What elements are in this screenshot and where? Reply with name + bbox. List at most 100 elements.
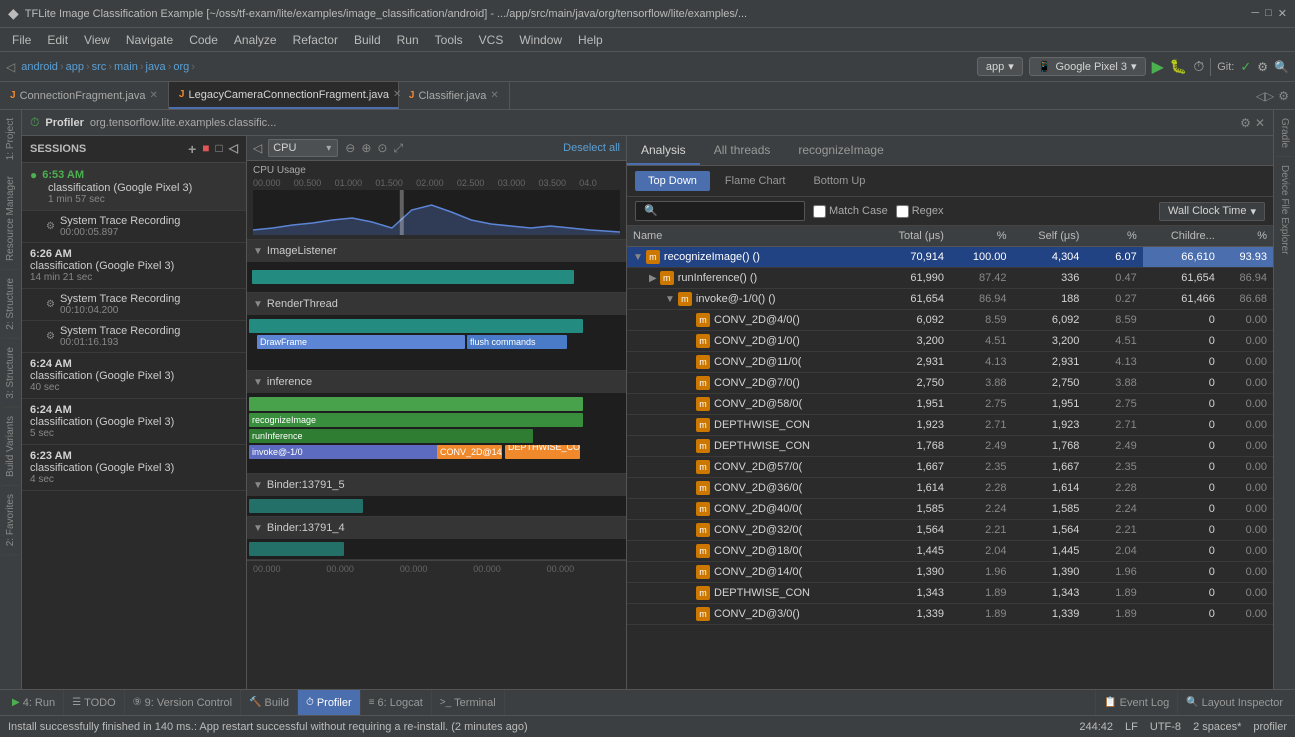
table-row[interactable]: mCONV_2D@14/0(1,3901.961,3901.9600.00 <box>627 562 1273 583</box>
thread-header-renderthread[interactable]: ▼ RenderThread <box>247 293 626 315</box>
flame-flushcommands[interactable]: flush commands <box>467 335 567 349</box>
col-total-header[interactable]: Total (μs) <box>867 226 950 247</box>
col-self-pct-header[interactable]: % <box>1085 226 1142 247</box>
bottom-tab-terminal[interactable]: >_ Terminal <box>432 690 505 716</box>
left-tab-resource[interactable]: Resource Manager <box>2 168 19 270</box>
menu-item-window[interactable]: Window <box>511 31 570 49</box>
app-selector[interactable]: app ▾ <box>977 57 1023 76</box>
breadcrumb-android[interactable]: android <box>21 61 58 73</box>
session-item-1[interactable]: ● 6:53 AM classification (Google Pixel 3… <box>22 163 246 211</box>
match-case-checkbox[interactable] <box>813 205 826 218</box>
tab-close3[interactable]: ✕ <box>490 90 498 101</box>
indent-settings[interactable]: 2 spaces* <box>1193 721 1241 733</box>
end-session-btn[interactable]: □ <box>216 141 223 157</box>
table-row[interactable]: ▶mrunInference() ()61,99087.423360.4761,… <box>627 268 1273 289</box>
deselect-all-btn[interactable]: Deselect all <box>563 142 620 154</box>
table-row[interactable]: mCONV_2D@57/0(1,6672.351,6672.3500.00 <box>627 457 1273 478</box>
expand-arrow[interactable]: ▼ <box>665 294 675 305</box>
line-ending[interactable]: LF <box>1125 721 1138 733</box>
cursor-position[interactable]: 244:42 <box>1079 721 1113 733</box>
session-item-5[interactable]: 6:23 AM classification (Google Pixel 3) … <box>22 445 246 491</box>
thread-expand-binder4[interactable]: ▼ <box>253 523 263 534</box>
menu-item-run[interactable]: Run <box>389 31 427 49</box>
profiler-close-icon[interactable]: ✕ <box>1255 116 1265 130</box>
breadcrumb-org[interactable]: org <box>173 61 189 73</box>
search-toolbar-icon[interactable]: 🔍 <box>1274 60 1289 74</box>
clock-selector[interactable]: Wall Clock Time ▾ <box>1159 202 1265 221</box>
session-item-2[interactable]: 6:26 AM classification (Google Pixel 3) … <box>22 243 246 289</box>
menu-item-refactor[interactable]: Refactor <box>285 31 346 49</box>
flame-depthwise[interactable]: DEPTHWISE_CONV ... <box>505 445 580 459</box>
right-tab-gradle[interactable]: Gradle <box>1276 110 1293 156</box>
flame-conv2d[interactable]: CONV_2D@14/0 <box>437 445 502 459</box>
tab-legacy-camera[interactable]: J LegacyCameraConnectionFragment.java ✕ <box>169 82 399 109</box>
table-row[interactable]: mCONV_2D@36/0(1,6142.281,6142.2800.00 <box>627 478 1273 499</box>
layout-inspector-btn[interactable]: 🔍 Layout Inspector <box>1177 690 1291 716</box>
breadcrumb-java[interactable]: java <box>146 61 166 73</box>
profile-btn[interactable]: ⏱ <box>1193 58 1204 75</box>
run-btn[interactable]: ▶ <box>1152 57 1164 77</box>
menu-item-vcs[interactable]: VCS <box>471 31 512 49</box>
menu-item-navigate[interactable]: Navigate <box>118 31 181 49</box>
tab-nav-right[interactable]: ▷ <box>1265 89 1274 103</box>
menu-item-analyze[interactable]: Analyze <box>226 31 285 49</box>
left-tab-project[interactable]: 1: Project <box>2 110 19 168</box>
regex-checkbox[interactable] <box>896 205 909 218</box>
minimize-btn[interactable]: ─ <box>1251 7 1259 20</box>
thread-header-binder5[interactable]: ▼ Binder:13791_5 <box>247 474 626 496</box>
analysis-tab-allthreads[interactable]: All threads <box>700 136 785 165</box>
analysis-tab-recognizeimage[interactable]: recognizeImage <box>784 136 897 165</box>
left-tab-structure3[interactable]: 3: Structure <box>2 339 19 408</box>
table-row[interactable]: mCONV_2D@11/0(2,9314.132,9314.1300.00 <box>627 352 1273 373</box>
nav-back[interactable]: ◁ <box>6 60 15 74</box>
tab-connection-fragment[interactable]: J ConnectionFragment.java ✕ <box>0 82 169 109</box>
git-check[interactable]: ✓ <box>1240 59 1251 75</box>
fit-btn[interactable]: ⊙ <box>377 141 387 155</box>
profiler-settings-icon[interactable]: ⚙ <box>1240 116 1251 130</box>
session-item-3[interactable]: 6:24 AM classification (Google Pixel 3) … <box>22 353 246 399</box>
breadcrumb-main[interactable]: main <box>114 61 138 73</box>
col-self-header[interactable]: Self (μs) <box>1013 226 1086 247</box>
flame-drawframe[interactable]: DrawFrame <box>257 335 465 349</box>
view-tab-bottomup[interactable]: Bottom Up <box>800 171 878 191</box>
debug-btn[interactable]: 🐛 <box>1170 58 1187 75</box>
table-row[interactable]: mCONV_2D@4/0()6,0928.596,0928.5900.00 <box>627 310 1273 331</box>
tab-classifier[interactable]: J Classifier.java ✕ <box>399 82 510 109</box>
table-row[interactable]: mCONV_2D@40/0(1,5852.241,5852.2400.00 <box>627 499 1273 520</box>
stop-session-btn[interactable]: ■ <box>202 141 209 157</box>
thread-expand-binder5[interactable]: ▼ <box>253 480 263 491</box>
flame-runinference[interactable]: runInference <box>249 429 533 443</box>
table-row[interactable]: mCONV_2D@58/0(1,9512.751,9512.7500.00 <box>627 394 1273 415</box>
thread-header-binder4[interactable]: ▼ Binder:13791_4 <box>247 517 626 539</box>
left-tab-build-variants[interactable]: Build Variants <box>2 408 19 486</box>
close-btn[interactable]: ✕ <box>1278 7 1287 20</box>
col-total-pct-header[interactable]: % <box>950 226 1013 247</box>
charset[interactable]: UTF-8 <box>1150 721 1181 733</box>
table-row[interactable]: ▼mrecognizeImage() ()70,914100.004,3046.… <box>627 247 1273 268</box>
thread-expand-imagelistener[interactable]: ▼ <box>253 246 263 257</box>
menu-item-help[interactable]: Help <box>570 31 611 49</box>
flame-recognizeimage[interactable]: recognizeImage <box>249 413 583 427</box>
bottom-tab-build[interactable]: 🔨 Build <box>241 690 298 716</box>
minus-btn[interactable]: ⊖ <box>345 141 355 155</box>
menu-item-edit[interactable]: Edit <box>39 31 76 49</box>
bottom-tab-logcat[interactable]: ≡ 6: Logcat <box>361 690 432 716</box>
view-tab-flamechart[interactable]: Flame Chart <box>712 171 799 191</box>
maximize-btn[interactable]: □ <box>1265 7 1272 20</box>
view-tab-topdown[interactable]: Top Down <box>635 171 710 191</box>
trace-item-1[interactable]: ⚙ System Trace Recording 00:00:05.897 <box>22 211 246 243</box>
trace-item-2b[interactable]: ⚙ System Trace Recording 00:01:16.193 <box>22 321 246 353</box>
breadcrumb-app[interactable]: app <box>66 61 84 73</box>
right-tab-device-explorer[interactable]: Device File Explorer <box>1276 156 1293 262</box>
trace-item-2a[interactable]: ⚙ System Trace Recording 00:10:04.200 <box>22 289 246 321</box>
table-row[interactable]: mDEPTHWISE_CON1,3431.891,3431.8900.00 <box>627 583 1273 604</box>
table-row[interactable]: ▼minvoke@-1/0() ()61,65486.941880.2761,4… <box>627 289 1273 310</box>
fullscreen-btn[interactable]: ⤢ <box>393 141 403 156</box>
tab-settings[interactable]: ⚙ <box>1278 89 1289 103</box>
table-row[interactable]: mCONV_2D@1/0()3,2004.513,2004.5100.00 <box>627 331 1273 352</box>
bottom-tab-todo[interactable]: ☰ TODO <box>64 690 125 716</box>
cpu-dropdown[interactable]: CPU <box>268 139 338 157</box>
table-row[interactable]: mDEPTHWISE_CON1,7682.491,7682.4900.00 <box>627 436 1273 457</box>
table-row[interactable]: mDEPTHWISE_CON1,9232.711,9232.7100.00 <box>627 415 1273 436</box>
device-selector[interactable]: 📱 Google Pixel 3 ▾ <box>1029 57 1146 76</box>
